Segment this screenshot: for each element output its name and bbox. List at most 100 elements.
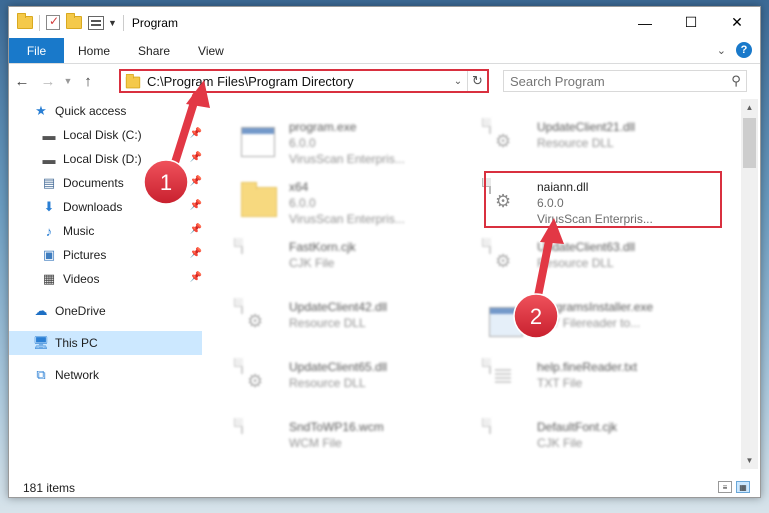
file-meta: CJK File — [289, 256, 335, 270]
pin-icon[interactable]: 📌 — [190, 176, 202, 187]
file-meta: FTY Filereader to... — [537, 316, 641, 330]
sidebar-item-label: Local Disk (D:) — [63, 152, 142, 166]
sidebar-item-quick-access[interactable]: ★ Quick access — [9, 99, 202, 123]
recent-locations-chevron-icon[interactable]: ▼ — [61, 76, 75, 86]
computer-icon: 🖥 — [32, 335, 50, 350]
sidebar-item-documents[interactable]: ▤ Documents 📌 — [9, 171, 202, 195]
customize-toolbar-chevron-icon[interactable]: ▼ — [108, 18, 117, 28]
sidebar-item-network[interactable]: ⧉ Network — [9, 363, 202, 387]
large-icons-view-icon[interactable]: ▦ — [736, 481, 750, 493]
new-folder-icon[interactable] — [66, 13, 82, 29]
maximize-button[interactable]: ☐ — [668, 7, 714, 38]
file-meta: 6.0.0 — [289, 136, 316, 150]
sidebar-item-local-disk-d[interactable]: ▬ Local Disk (D:) 📌 — [9, 147, 203, 171]
sidebar-item-label: Network — [55, 368, 100, 382]
window-title: Program — [131, 15, 178, 30]
details-view-icon[interactable]: ≡ — [718, 481, 732, 493]
tab-home[interactable]: Home — [64, 38, 124, 63]
list-item[interactable]: x64 6.0.0 VirusScan Enterpris... — [227, 175, 467, 231]
address-dropdown-chevron-icon[interactable]: ⌄ — [449, 76, 467, 87]
minimize-button[interactable]: — — [622, 7, 668, 38]
list-item[interactable]: ⚙ UpdateClient65.dll Resource DLL — [227, 355, 467, 411]
drive-icon: ▬ — [42, 127, 56, 143]
sidebar-item-label: OneDrive — [55, 304, 106, 318]
pin-icon[interactable]: 📌 — [190, 128, 202, 139]
dll-icon: ⚙ — [489, 118, 529, 167]
dll-icon: ⚙ — [489, 238, 529, 287]
highlight-box-naiann-dll — [484, 171, 722, 228]
file-meta: TXT File — [537, 376, 583, 390]
sidebar-item-label: Downloads — [63, 200, 123, 214]
search-icon[interactable]: ⚲ — [726, 73, 746, 89]
back-arrow-icon[interactable]: ← — [9, 73, 35, 90]
file-meta: Resource DLL — [537, 256, 614, 270]
list-item[interactable]: ⚙ UpdateClient42.dll Resource DLL — [227, 295, 467, 351]
window-controls: — ☐ ✕ — [622, 7, 760, 38]
list-item[interactable]: ⚙ UpdateClient21.dll Resource DLL — [475, 115, 715, 171]
list-item[interactable]: program.exe 6.0.0 VirusScan Enterpris... — [227, 115, 467, 171]
close-button[interactable]: ✕ — [714, 7, 760, 38]
address-path[interactable]: C:\Program Files\Program Directory — [147, 74, 449, 89]
sidebar-item-onedrive[interactable]: ☁ OneDrive — [9, 299, 202, 323]
search-box[interactable]: ⚲ — [503, 70, 747, 92]
tab-file[interactable]: File — [9, 38, 64, 63]
sidebar-item-videos[interactable]: ▦ Videos 📌 — [9, 267, 202, 291]
file-name: UpdateClient63.dll — [537, 240, 636, 254]
list-item[interactable]: DefaultFont.cjk CJK File — [475, 415, 715, 469]
file-meta: CJK File — [537, 436, 583, 450]
sidebar-item-label: Documents — [63, 176, 124, 190]
refresh-icon[interactable]: ↻ — [467, 71, 487, 91]
file-name: FastKorn.cjk — [289, 240, 356, 254]
expand-ribbon-chevron-icon[interactable]: ⌄ — [717, 44, 726, 57]
music-icon: ♪ — [45, 223, 53, 239]
search-input[interactable] — [510, 73, 726, 89]
file-name: program.exe — [289, 120, 357, 134]
sidebar-item-downloads[interactable]: ⬇ Downloads 📌 — [9, 195, 202, 219]
pin-icon[interactable]: 📌 — [190, 152, 202, 163]
forward-arrow-icon[interactable]: → — [35, 73, 61, 90]
list-item[interactable]: help.fineReader.txt TXT File — [475, 355, 715, 411]
file-name: UpdateClient42.dll — [289, 300, 388, 314]
file-name: help.fineReader.txt — [537, 360, 638, 374]
file-name: x64 — [289, 180, 309, 194]
vertical-scrollbar[interactable]: ▲ ▼ — [741, 99, 758, 469]
tab-share[interactable]: Share — [124, 38, 184, 63]
folder-icon — [125, 73, 141, 89]
tab-view[interactable]: View — [184, 38, 238, 63]
sidebar-item-this-pc[interactable]: 🖥 This PC — [9, 331, 202, 355]
up-arrow-icon[interactable]: ↑ — [75, 73, 101, 90]
file-name: UpdateClient65.dll — [289, 360, 388, 374]
pin-icon[interactable]: 📌 — [190, 200, 202, 211]
pin-icon[interactable]: 📌 — [190, 248, 202, 259]
sidebar-item-pictures[interactable]: ▣ Pictures 📌 — [9, 243, 202, 267]
scroll-thumb[interactable] — [743, 118, 756, 168]
properties-check-icon[interactable] — [46, 14, 60, 30]
file-icon — [241, 418, 281, 467]
list-item[interactable]: SndToWP16.wcm WCM File — [227, 415, 467, 469]
star-icon: ★ — [35, 103, 47, 118]
navigation-pane: ★ Quick access ▬ Local Disk (C:) 📌 ▬ Loc… — [9, 99, 202, 469]
help-icon[interactable]: ? — [736, 42, 752, 58]
folder-icon — [241, 179, 281, 227]
videos-icon: ▦ — [42, 271, 56, 286]
drive-icon: ▬ — [42, 151, 56, 167]
list-item[interactable]: FastKorn.cjk CJK File — [227, 235, 467, 291]
sidebar-item-local-disk-c[interactable]: ▬ Local Disk (C:) 📌 — [9, 123, 203, 147]
view-properties-icon[interactable] — [88, 15, 104, 30]
file-list: program.exe 6.0.0 VirusScan Enterpris...… — [209, 99, 742, 469]
scroll-down-arrow-icon[interactable]: ▼ — [741, 452, 758, 469]
list-item[interactable]: ⚙ UpdateClient63.dll Resource DLL — [475, 235, 715, 291]
file-name: ProgramsInstaller.exe — [537, 300, 654, 314]
scroll-up-arrow-icon[interactable]: ▲ — [741, 99, 758, 116]
pin-icon[interactable]: 📌 — [190, 272, 202, 283]
sidebar-item-music[interactable]: ♪ Music 📌 — [9, 219, 202, 243]
file-name: UpdateClient21.dll — [537, 120, 636, 134]
item-count: 181 items — [23, 481, 76, 495]
dll-icon: ⚙ — [241, 298, 281, 347]
pin-icon[interactable]: 📌 — [190, 224, 202, 235]
file-meta: Resource DLL — [537, 136, 614, 150]
txt-icon — [489, 358, 529, 407]
ribbon-right-controls: ⌄ ? — [717, 42, 752, 58]
list-item[interactable]: ProgramsInstaller.exe FTY Filereader to.… — [475, 295, 715, 351]
address-bar[interactable]: C:\Program Files\Program Directory ⌄ ↻ — [119, 69, 489, 93]
